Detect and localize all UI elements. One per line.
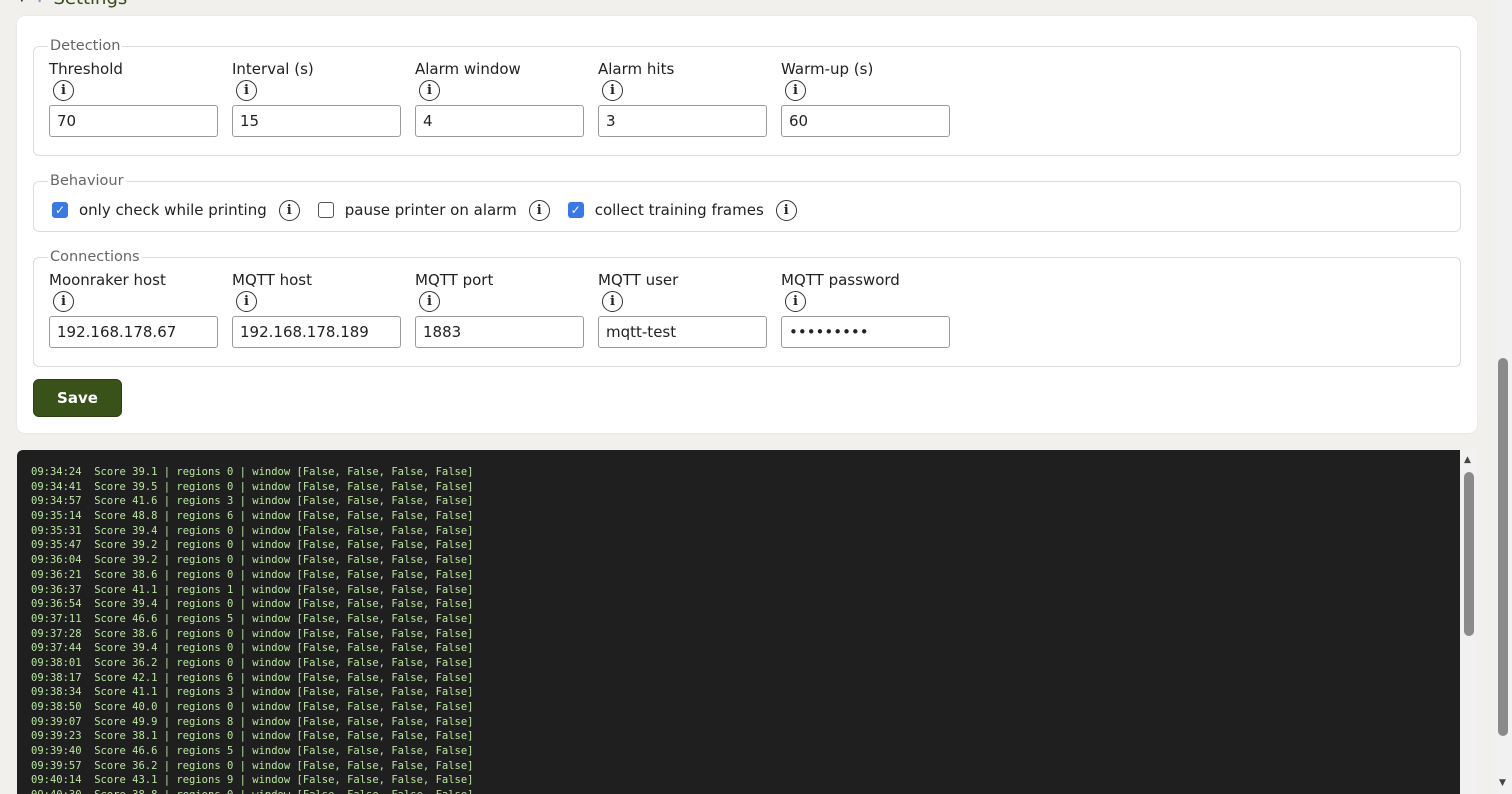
- log-line: 09:39:40 Score 46.6 | regions 5 | window…: [31, 745, 474, 758]
- pause-printer-checkbox[interactable]: [317, 202, 334, 218]
- chevron-down-icon[interactable]: ▼: [18, 0, 26, 4]
- gear-icon: ✻: [34, 0, 46, 6]
- log-line: 09:36:37 Score 41.1 | regions 1 | window…: [31, 583, 474, 596]
- log-line: 09:35:31 Score 39.4 | regions 0 | window…: [31, 524, 474, 537]
- detection-fieldset: Detection Threshold i Interval (s) i Ala…: [33, 38, 1461, 156]
- log-line: 09:37:28 Score 38.6 | regions 0 | window…: [31, 627, 474, 640]
- mqtt-user-field: MQTT user i: [598, 270, 768, 348]
- pause-printer-label[interactable]: pause printer on alarm: [345, 201, 517, 219]
- page-scrollbar-thumb[interactable]: [1498, 358, 1508, 736]
- alarm-hits-input[interactable]: [598, 105, 767, 137]
- collect-training-frames-label[interactable]: collect training frames: [595, 201, 764, 219]
- warm-up-input[interactable]: [781, 105, 950, 137]
- info-icon[interactable]: i: [278, 199, 300, 221]
- threshold-field: Threshold i: [49, 59, 219, 137]
- alarm-hits-label: Alarm hits: [598, 60, 675, 78]
- info-icon[interactable]: i: [53, 291, 74, 312]
- log-line: 09:38:50 Score 40.0 | regions 0 | window…: [31, 701, 474, 713]
- log-line: 09:37:44 Score 39.4 | regions 0 | window…: [31, 642, 474, 655]
- log-line: 09:40:30 Score 38.8 | regions 0 | window…: [31, 788, 1460, 794]
- interval-label: Interval (s): [232, 60, 314, 78]
- console-scrollbar-thumb[interactable]: [1464, 472, 1474, 636]
- behaviour-legend: Behaviour: [50, 173, 124, 189]
- info-icon[interactable]: i: [53, 80, 74, 101]
- pause-printer-option[interactable]: pause printer on alarm i: [317, 199, 550, 221]
- warm-up-label: Warm-up (s): [781, 60, 874, 78]
- only-check-while-printing-option[interactable]: ✓ only check while printing i: [52, 199, 300, 221]
- log-line: 09:35:47 Score 39.2 | regions 0 | window…: [31, 539, 474, 552]
- only-check-while-printing-checkbox[interactable]: ✓: [52, 202, 68, 218]
- settings-heading[interactable]: ▼ ✻ Settings: [18, 0, 127, 9]
- connections-legend: Connections: [50, 249, 140, 265]
- log-line: 09:38:01 Score 36.2 | regions 0 | window…: [31, 656, 474, 669]
- moonraker-host-field: Moonraker host i: [49, 270, 219, 348]
- detection-legend: Detection: [50, 38, 121, 54]
- alarm-window-field: Alarm window i: [415, 59, 585, 137]
- log-line: 09:39:57 Score 36.2 | regions 0 | window…: [31, 759, 474, 772]
- behaviour-fieldset: Behaviour ✓ only check while printing i …: [33, 173, 1461, 232]
- log-line: 09:34:24 Score 39.1 | regions 0 | window…: [31, 466, 474, 478]
- alarm-hits-field: Alarm hits i: [598, 59, 768, 137]
- settings-title: Settings: [53, 0, 127, 9]
- save-button[interactable]: Save: [33, 379, 122, 417]
- info-icon[interactable]: i: [419, 291, 440, 312]
- mqtt-password-input[interactable]: [781, 316, 950, 348]
- log-line: 09:37:11 Score 46.6 | regions 5 | window…: [31, 612, 474, 625]
- log-line: 09:39:07 Score 49.9 | regions 8 | window…: [31, 715, 474, 728]
- info-icon[interactable]: i: [602, 80, 623, 101]
- log-line: 09:39:23 Score 38.1 | regions 0 | window…: [31, 730, 474, 743]
- threshold-input[interactable]: [49, 105, 218, 137]
- behaviour-options: ✓ only check while printing i pause prin…: [52, 198, 815, 222]
- info-icon[interactable]: i: [528, 199, 550, 221]
- collect-training-frames-checkbox[interactable]: ✓: [567, 202, 584, 218]
- log-console: 09:34:24 Score 39.1 | regions 0 | window…: [17, 450, 1460, 794]
- console-scrollbar[interactable]: ▲: [1461, 450, 1477, 794]
- info-icon[interactable]: i: [785, 80, 806, 101]
- mqtt-user-label: MQTT user: [598, 271, 679, 289]
- info-icon[interactable]: i: [785, 291, 806, 312]
- checkmark-icon: ✓: [54, 203, 66, 217]
- log-line: 09:34:41 Score 39.5 | regions 0 | window…: [31, 480, 474, 493]
- info-icon[interactable]: i: [775, 199, 797, 221]
- warm-up-field: Warm-up (s) i: [781, 59, 951, 137]
- log-line: 09:35:14 Score 48.8 | regions 6 | window…: [31, 510, 474, 523]
- interval-input[interactable]: [232, 105, 401, 137]
- mqtt-port-input[interactable]: [415, 316, 584, 348]
- log-line: 09:38:17 Score 42.1 | regions 6 | window…: [31, 671, 474, 684]
- log-line: 09:38:34 Score 41.1 | regions 3 | window…: [31, 686, 474, 699]
- mqtt-password-field: MQTT password i: [781, 270, 951, 348]
- mqtt-port-field: MQTT port i: [415, 270, 585, 348]
- checkmark-icon: ✓: [570, 203, 581, 217]
- scroll-up-arrow-icon[interactable]: ▲: [1464, 455, 1471, 465]
- threshold-label: Threshold: [49, 60, 123, 78]
- connections-fieldset: Connections Moonraker host i MQTT host i…: [33, 249, 1461, 367]
- info-icon[interactable]: i: [419, 80, 440, 101]
- mqtt-host-field: MQTT host i: [232, 270, 402, 348]
- log-line: 09:34:57 Score 41.6 | regions 3 | window…: [31, 495, 474, 508]
- log-line: 09:36:21 Score 38.6 | regions 0 | window…: [31, 568, 474, 581]
- mqtt-password-label: MQTT password: [781, 271, 900, 289]
- page-scrollbar[interactable]: ▼: [1494, 0, 1512, 794]
- collect-training-frames-option[interactable]: ✓ collect training frames i: [567, 199, 797, 221]
- mqtt-user-input[interactable]: [598, 316, 767, 348]
- interval-field: Interval (s) i: [232, 59, 402, 137]
- moonraker-host-input[interactable]: [49, 316, 218, 348]
- log-line: 09:36:04 Score 39.2 | regions 0 | window…: [31, 554, 474, 567]
- settings-card: Detection Threshold i Interval (s) i Ala…: [17, 16, 1477, 433]
- alarm-window-label: Alarm window: [415, 60, 521, 78]
- only-check-while-printing-label[interactable]: only check while printing: [79, 201, 267, 219]
- info-icon[interactable]: i: [602, 291, 623, 312]
- mqtt-port-label: MQTT port: [415, 271, 494, 289]
- alarm-window-input[interactable]: [415, 105, 584, 137]
- moonraker-host-label: Moonraker host: [49, 271, 166, 289]
- log-line: 09:40:14 Score 43.1 | regions 9 | window…: [31, 774, 474, 787]
- log-line: 09:36:54 Score 39.4 | regions 0 | window…: [31, 598, 474, 611]
- mqtt-host-label: MQTT host: [232, 271, 312, 289]
- info-icon[interactable]: i: [236, 80, 257, 101]
- info-icon[interactable]: i: [236, 291, 257, 312]
- mqtt-host-input[interactable]: [232, 316, 401, 348]
- scroll-down-arrow-icon[interactable]: ▼: [1499, 778, 1506, 788]
